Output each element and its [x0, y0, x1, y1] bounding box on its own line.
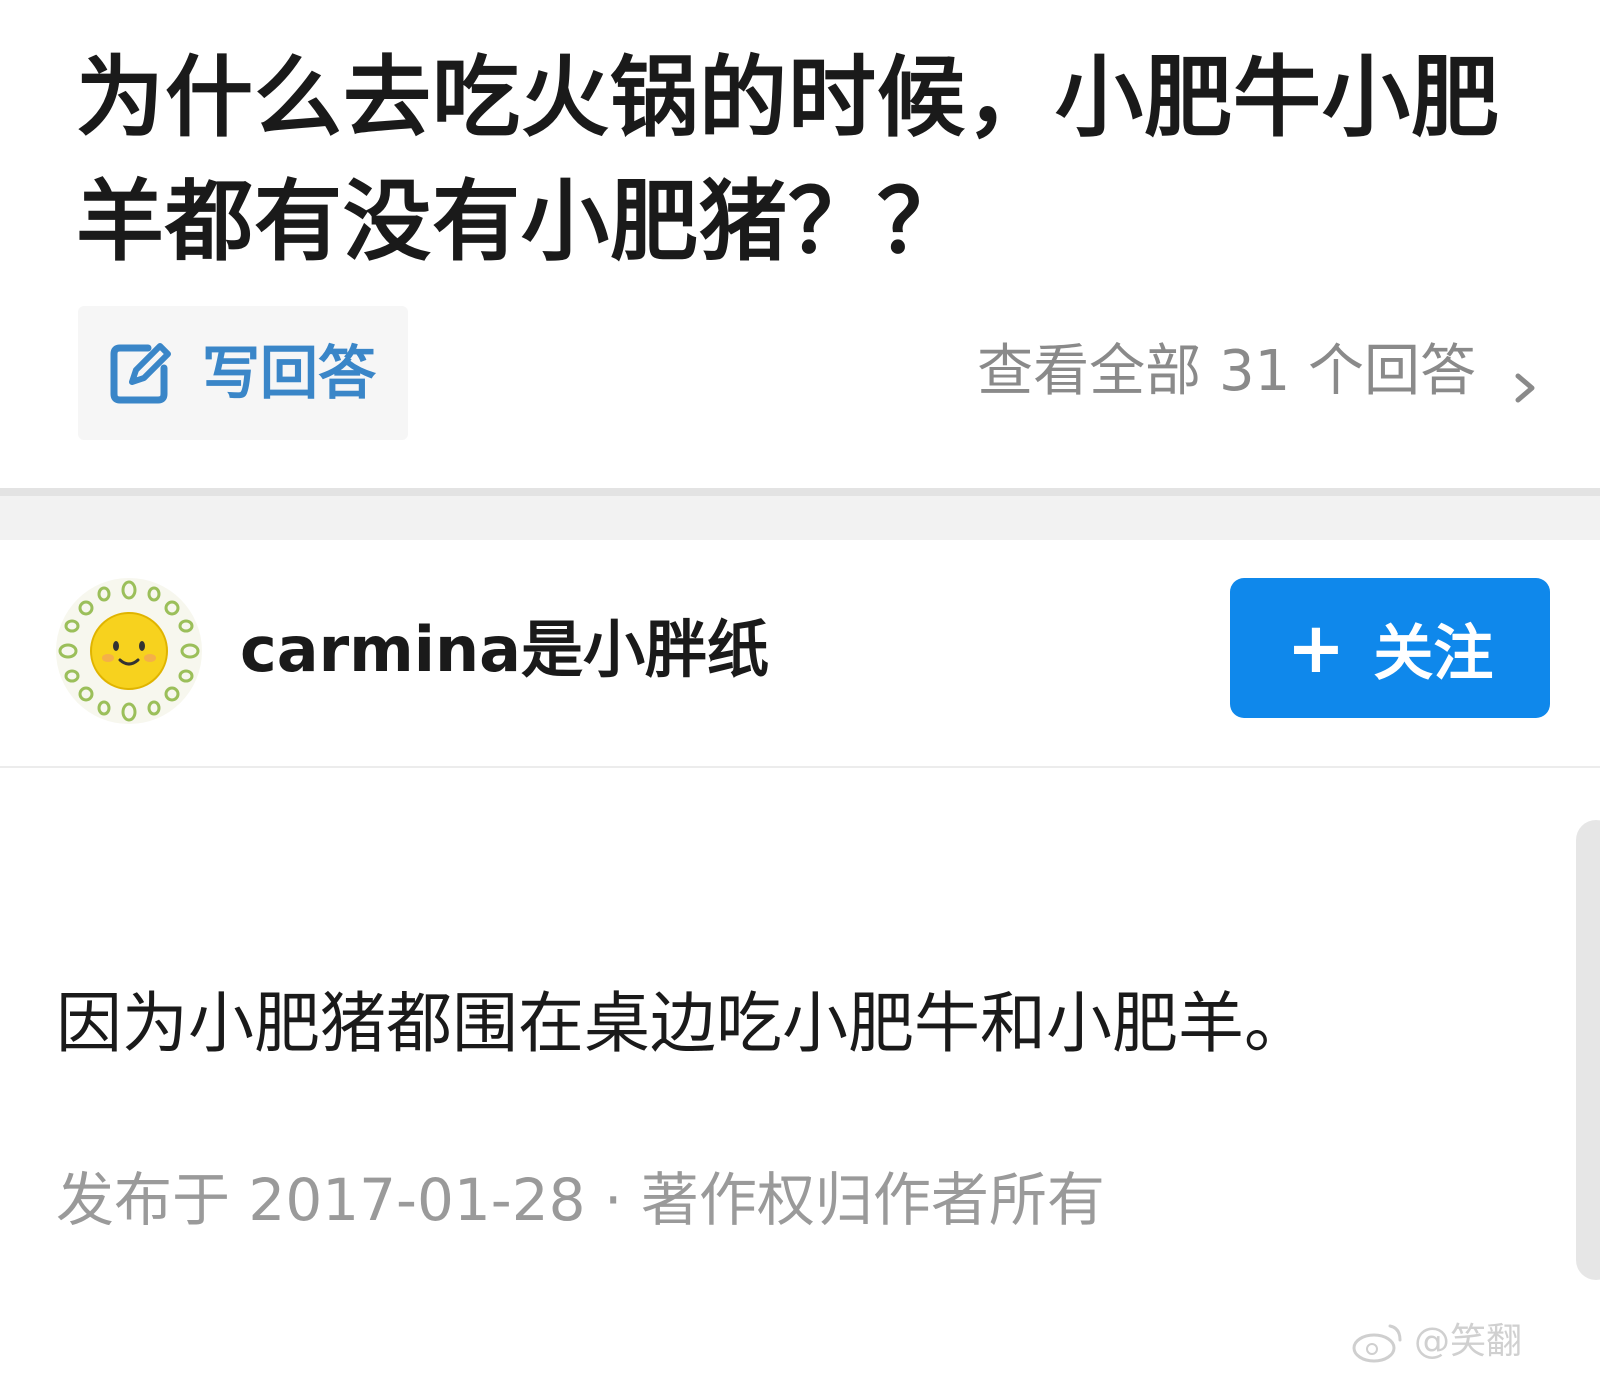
scroll-handle[interactable] [1576, 820, 1600, 1280]
view-all-answers-label: 查看全部 31 个回答 [977, 339, 1476, 404]
avatar[interactable] [56, 578, 202, 724]
watermark-text: @笑翻 [1414, 1321, 1523, 1362]
sun-avatar-icon [58, 580, 200, 722]
edit-icon [108, 340, 174, 406]
author-divider [0, 766, 1600, 768]
answer-content: 因为小肥猪都围在桌边吃小肥牛和小肥羊。 [56, 985, 1310, 1062]
question-title: 为什么去吃火锅的时候，小肥牛小肥羊都有没有小肥猪？？ [76, 46, 1501, 273]
view-all-answers-link[interactable]: 查看全部 31 个回答 [977, 334, 1540, 410]
write-answer-button[interactable]: 写回答 [78, 306, 408, 440]
plus-icon: + [1286, 607, 1346, 689]
answer-author-row: carmina是小胖纸 + 关注 [0, 532, 1600, 766]
write-answer-label: 写回答 [202, 339, 377, 407]
weibo-logo-icon [1352, 1324, 1402, 1363]
watermark: @笑翻 [1350, 1318, 1522, 1366]
follow-button[interactable]: + 关注 [1230, 578, 1550, 718]
chevron-right-icon [1510, 352, 1540, 403]
answer-meta: 发布于 2017-01-28 · 著作权归作者所有 [56, 1166, 1105, 1234]
author-name[interactable]: carmina是小胖纸 [240, 610, 769, 690]
follow-label: 关注 [1373, 618, 1494, 689]
